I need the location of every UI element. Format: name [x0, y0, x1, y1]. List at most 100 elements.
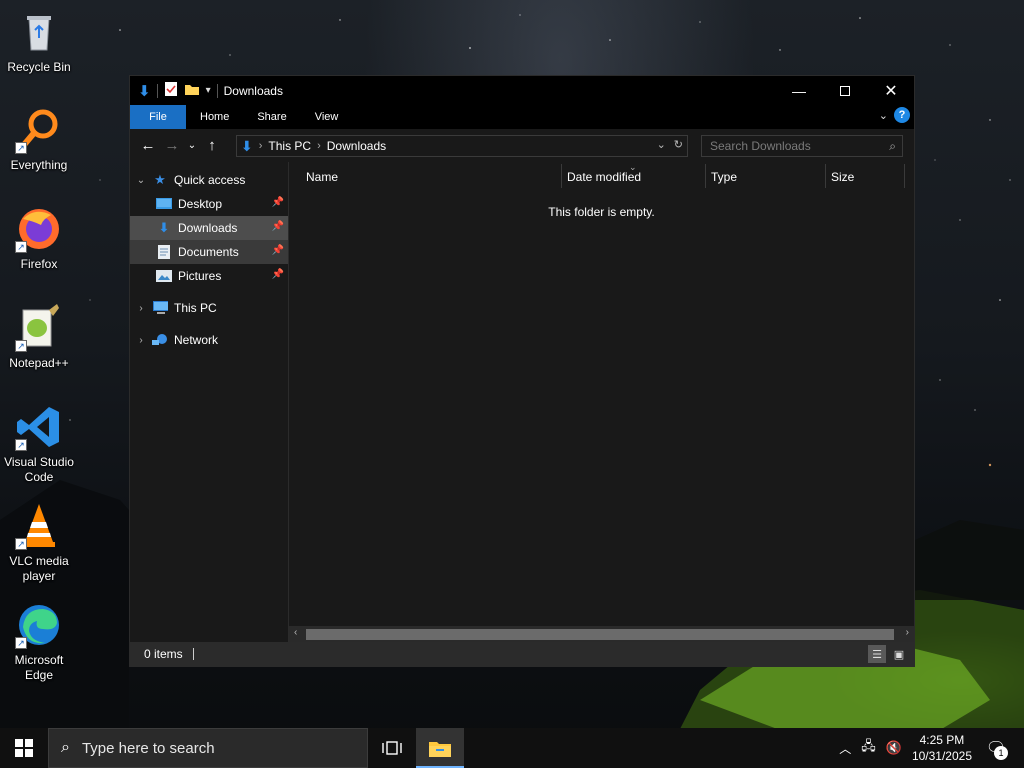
network-status-icon[interactable]: 🖧: [861, 737, 876, 759]
nav-desktop[interactable]: Desktop 📌: [130, 192, 288, 216]
column-divider[interactable]: [904, 164, 905, 188]
forward-button[interactable]: →: [160, 134, 184, 158]
title-bar[interactable]: ⬇ ▾ Downloads — ✕: [130, 76, 914, 105]
minimize-button[interactable]: —: [776, 76, 822, 105]
desktop-icon-vscode[interactable]: ↗ Visual Studio Code: [0, 403, 78, 485]
pin-icon[interactable]: 📌: [272, 245, 284, 256]
breadcrumb-chevron-icon: ›: [258, 140, 263, 152]
pin-icon[interactable]: 📌: [272, 269, 284, 280]
up-button[interactable]: ↑: [200, 134, 224, 158]
column-name[interactable]: Name: [306, 170, 338, 184]
customize-qat-chevron-icon[interactable]: ▾: [206, 85, 211, 96]
refresh-icon[interactable]: ↻: [674, 138, 683, 151]
nav-label: This PC: [174, 301, 217, 315]
shortcut-arrow-icon: ↗: [15, 142, 27, 154]
start-button[interactable]: [0, 728, 48, 768]
desktop-icon-notepadpp[interactable]: ↗ Notepad++: [0, 304, 78, 371]
edge-icon: ↗: [15, 601, 63, 649]
address-history-chevron-icon[interactable]: ⌄: [657, 138, 666, 151]
task-view-button[interactable]: [368, 728, 416, 768]
properties-icon[interactable]: [164, 81, 178, 100]
details-view-icon: ☰: [872, 648, 882, 661]
recent-locations-button[interactable]: ⌄: [184, 134, 200, 158]
column-divider[interactable]: [561, 164, 562, 188]
tab-file[interactable]: File: [130, 105, 186, 129]
quick-access-toolbar: ⬇ ▾: [130, 81, 218, 100]
action-center-button[interactable]: 🗨 1: [982, 734, 1010, 762]
desktop-icon-everything[interactable]: ↗ Everything: [0, 106, 78, 173]
breadcrumb-chevron-icon: ›: [317, 140, 321, 152]
nav-pictures[interactable]: Pictures 📌: [130, 264, 288, 288]
nav-downloads[interactable]: ⬇ Downloads 📌: [130, 216, 288, 240]
collapsed-chevron-icon[interactable]: ›: [134, 303, 148, 314]
collapsed-chevron-icon[interactable]: ›: [134, 335, 148, 346]
desktop-icon-edge[interactable]: ↗ Microsoft Edge: [0, 601, 78, 683]
taskbar-search-box[interactable]: ⌕: [48, 728, 368, 768]
nav-network[interactable]: › Network: [130, 328, 288, 352]
horizontal-scrollbar[interactable]: ‹ ›: [289, 626, 914, 643]
nav-label: Pictures: [178, 269, 222, 283]
firefox-icon: ↗: [15, 205, 63, 253]
desktop-folder-icon: [156, 197, 172, 211]
tab-view[interactable]: View: [301, 105, 353, 129]
expand-ribbon-chevron-icon[interactable]: ⌄: [879, 109, 888, 122]
scroll-left-icon[interactable]: ‹: [294, 627, 297, 638]
back-button[interactable]: ←: [136, 134, 160, 158]
file-explorer-icon: [429, 742, 451, 757]
separator: [216, 83, 218, 98]
recycle-bin-icon: [15, 8, 63, 56]
nav-quick-access[interactable]: ⌄ ★ Quick access: [130, 168, 288, 192]
maximize-button[interactable]: [822, 76, 868, 105]
desktop-icon-vlc[interactable]: ↗ VLC media player: [0, 502, 78, 584]
vscode-icon: ↗: [15, 403, 63, 451]
close-button[interactable]: ✕: [868, 76, 914, 105]
taskbar-file-explorer[interactable]: [416, 728, 464, 768]
column-date-modified[interactable]: Date modified: [567, 170, 641, 184]
column-divider[interactable]: [705, 164, 706, 188]
taskbar-search-input[interactable]: [81, 739, 322, 757]
back-arrow-icon: ←: [140, 137, 156, 154]
nav-this-pc[interactable]: › This PC: [130, 296, 288, 320]
scroll-right-icon[interactable]: ›: [906, 627, 909, 638]
search-box[interactable]: ⌕: [701, 135, 903, 157]
show-hidden-icons-chevron-icon[interactable]: ︿: [839, 740, 851, 757]
pin-icon[interactable]: 📌: [272, 197, 284, 208]
column-type[interactable]: Type: [711, 170, 737, 184]
expanded-chevron-icon[interactable]: ⌄: [134, 175, 148, 186]
new-folder-icon[interactable]: [184, 82, 200, 99]
star-icon: ★: [154, 172, 166, 187]
column-divider[interactable]: [825, 164, 826, 188]
details-view-button[interactable]: ☰: [868, 645, 886, 663]
tab-home[interactable]: Home: [186, 105, 243, 129]
item-count: 0 items: [144, 647, 183, 661]
large-icons-view-icon: ▣: [893, 648, 905, 661]
status-bar: 0 items ☰ ▣: [130, 642, 914, 666]
large-icons-view-button[interactable]: ▣: [890, 645, 908, 663]
scrollbar-thumb[interactable]: [306, 629, 894, 640]
breadcrumb-downloads[interactable]: Downloads: [327, 139, 386, 153]
notepadpp-icon: ↗: [15, 304, 63, 352]
column-size[interactable]: Size: [831, 170, 854, 184]
empty-folder-message: This folder is empty.: [548, 205, 655, 219]
notification-badge: 1: [994, 746, 1008, 760]
address-bar[interactable]: ⬇ › This PC › Downloads ⌄ ↻: [236, 135, 688, 157]
desktop-icon-label: VLC media player: [9, 554, 69, 583]
search-input[interactable]: [710, 139, 870, 153]
file-list-pane[interactable]: ⌄ Name Date modified Type Size This fold…: [289, 162, 914, 643]
desktop-icon-label: Notepad++: [9, 356, 69, 370]
nav-documents[interactable]: Documents 📌: [130, 240, 288, 264]
this-pc-icon: [152, 301, 168, 315]
help-icon[interactable]: ?: [894, 107, 910, 123]
volume-muted-icon[interactable]: 🔇: [886, 740, 902, 756]
pin-icon[interactable]: 📌: [272, 221, 284, 232]
tab-share[interactable]: Share: [243, 105, 300, 129]
desktop-icon-firefox[interactable]: ↗ Firefox: [0, 205, 78, 272]
clock[interactable]: 4:25 PM 10/31/2025: [912, 732, 972, 764]
desktop-icon-recycle-bin[interactable]: Recycle Bin: [0, 8, 78, 75]
task-view-icon: [382, 741, 402, 755]
up-arrow-icon: ↑: [208, 137, 216, 154]
taskbar: ⌕ ︿ 🖧 🔇 4:25 PM 10/31/2025 🗨 1: [0, 728, 1024, 768]
maximize-icon: [840, 85, 850, 96]
search-icon[interactable]: ⌕: [889, 139, 896, 154]
breadcrumb-this-pc[interactable]: This PC: [268, 139, 311, 153]
